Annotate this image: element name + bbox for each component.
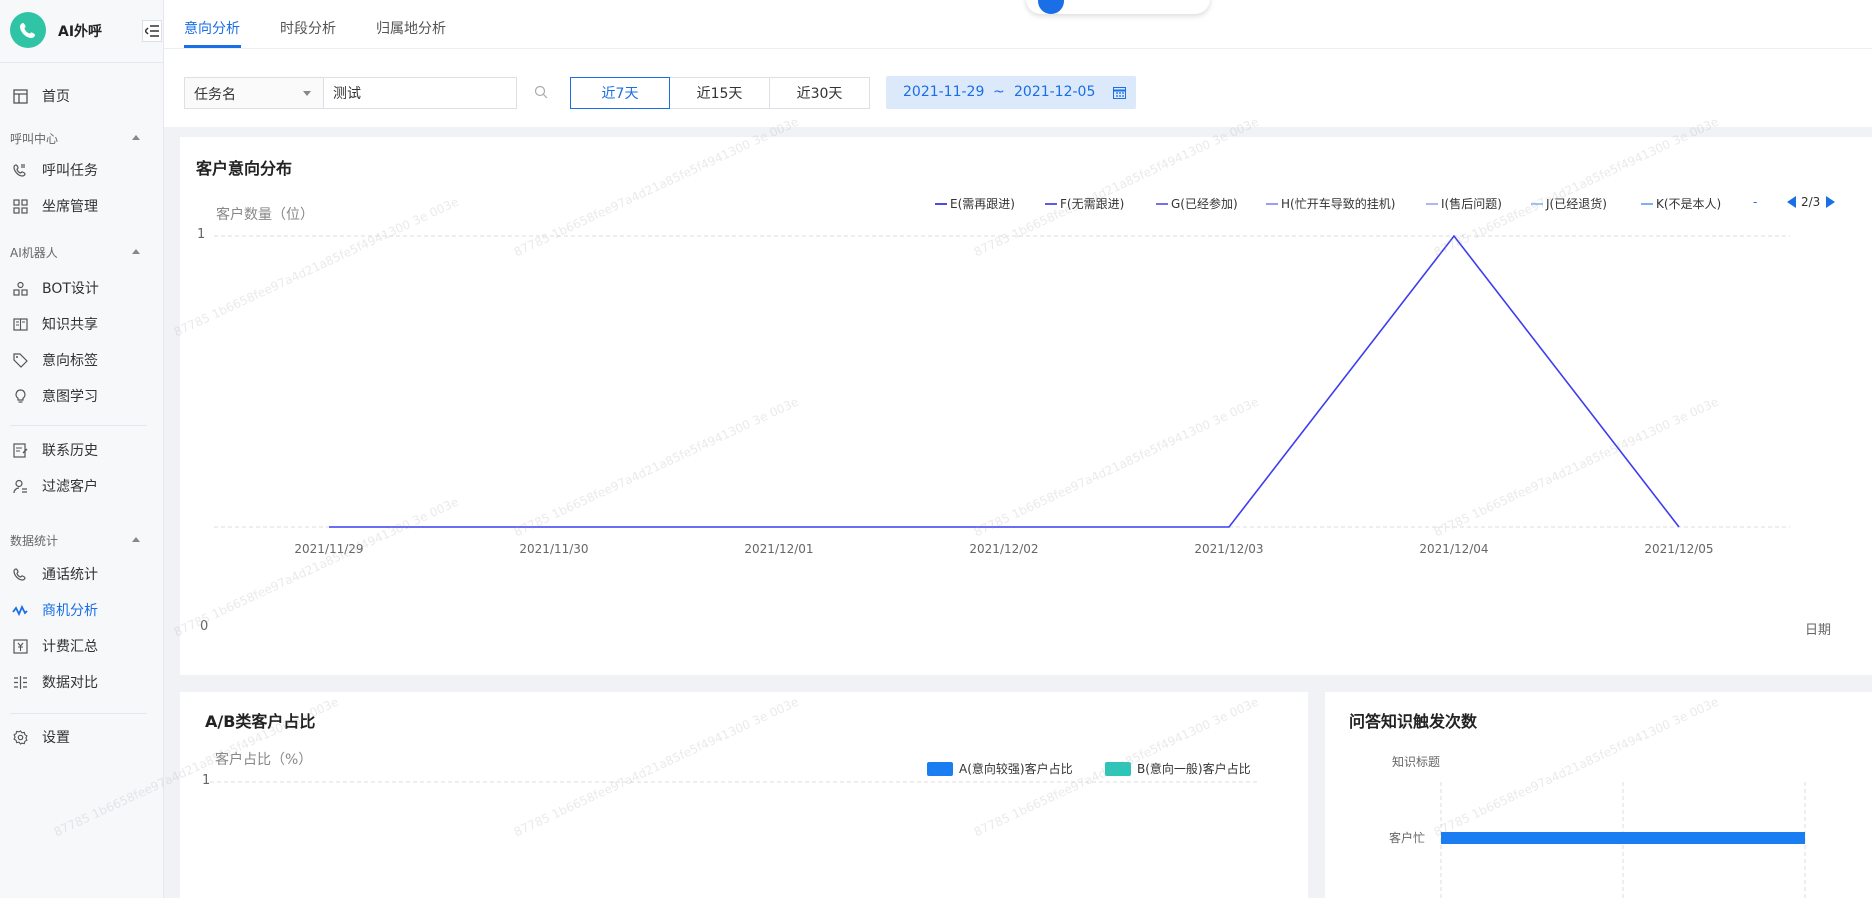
phone-task-icon <box>12 162 28 178</box>
bot-design-icon <box>12 280 28 296</box>
brand-divider <box>0 62 163 63</box>
menu-collapse-icon <box>145 25 159 37</box>
nav-group-label: 数据统计 <box>10 534 59 548</box>
date-separator: ~ <box>993 84 1005 100</box>
brand: AI外呼 <box>10 12 160 48</box>
nav-group-call-center[interactable]: 呼叫中心 <box>10 130 140 148</box>
nav-group-label: AI机器人 <box>10 246 58 260</box>
sidebar-item-agent-management[interactable]: 坐席管理 <box>0 191 163 221</box>
sidebar-item-call-task[interactable]: 呼叫任务 <box>0 155 163 185</box>
history-icon <box>12 442 28 458</box>
x-tick-label: 2021/12/02 <box>969 542 1038 556</box>
sidebar-item-knowledge-share[interactable]: 知识共享 <box>0 309 163 339</box>
nav-group-label: 呼叫中心 <box>10 132 59 146</box>
app-name: AI外呼 <box>58 24 103 40</box>
sidebar-item-bot-design[interactable]: BOT设计 <box>0 273 163 303</box>
sidebar-item-opportunity-analysis[interactable]: 商机分析 <box>0 595 163 625</box>
range-15-days-button[interactable]: 近15天 <box>669 77 770 109</box>
qa-trigger-card: 问答知识触发次数 知识标题 客户忙 <box>1325 692 1872 898</box>
sidebar-item-label: 意向标签 <box>42 353 98 369</box>
bulb-icon <box>12 388 28 404</box>
series-line <box>329 234 1680 528</box>
field-select-value: 任务名 <box>194 87 236 103</box>
x-tick-label: 2021/12/05 <box>1644 542 1713 556</box>
tab-time-analysis[interactable]: 时段分析 <box>280 18 336 38</box>
tab-intent-analysis[interactable]: 意向分析 <box>184 18 240 38</box>
chevron-down-icon <box>303 91 311 96</box>
date-start: 2021-11-29 <box>903 84 985 100</box>
x-tick-label: 2021/11/30 <box>519 542 588 556</box>
sidebar-item-data-compare[interactable]: 数据对比 <box>0 667 163 697</box>
ab-bar-chart <box>210 781 1260 783</box>
sidebar-item-label: 意图学习 <box>42 389 98 405</box>
intent-line-chart: 2021/11/29 2021/11/30 2021/12/01 2021/12/02… <box>214 234 1790 556</box>
range-7-days-button[interactable]: 近7天 <box>570 77 670 109</box>
tag-icon <box>12 352 28 368</box>
field-select[interactable]: 任务名 <box>184 77 324 109</box>
caret-up-icon <box>132 135 140 140</box>
range-30-days-button[interactable]: 近30天 <box>769 77 870 109</box>
book-icon <box>12 316 28 332</box>
call-stats-icon <box>12 566 28 582</box>
collapse-sidebar-button[interactable] <box>142 20 162 42</box>
sidebar-item-billing-summary[interactable]: 计费汇总 <box>0 631 163 661</box>
compare-icon <box>12 674 28 690</box>
ab-ratio-card: A/B类客户占比 客户占比（%） 1 A(意向较强)客户占比 B(意向一般)客户… <box>180 692 1308 898</box>
nav-group-data-stats[interactable]: 数据统计 <box>10 532 140 550</box>
filter-bar: 任务名 近7天 近15天 近30天 2021-11-29 ~ 2021-12-0… <box>164 49 1872 127</box>
sidebar-item-call-stats[interactable]: 通话统计 <box>0 559 163 589</box>
home-icon <box>12 88 28 104</box>
search-input[interactable] <box>323 77 517 109</box>
sidebar-item-label: 数据对比 <box>42 675 98 691</box>
sidebar-item-label: 坐席管理 <box>42 199 98 215</box>
caret-up-icon <box>132 537 140 542</box>
calendar-icon <box>1113 87 1126 99</box>
sidebar-item-label: 呼叫任务 <box>42 163 98 179</box>
sidebar-item-label: 设置 <box>42 730 70 746</box>
date-range-picker[interactable]: 2021-11-29 ~ 2021-12-05 <box>886 76 1136 109</box>
sidebar-item-contact-history[interactable]: 联系历史 <box>0 435 163 465</box>
sidebar-item-intent-tag[interactable]: 意向标签 <box>0 345 163 375</box>
nav-divider <box>10 713 147 714</box>
search-icon[interactable] <box>534 85 548 99</box>
x-tick-label: 2021/12/03 <box>1194 542 1263 556</box>
intent-distribution-card: 客户意向分布 客户数量（位） 1 0 日期 E(需再跟进) F(无需跟进) G(已经… <box>180 137 1872 675</box>
sidebar: AI外呼 首页 呼叫中心 呼叫任务 坐席管理 AI机器人 BOT设计 知识共享 … <box>0 0 164 898</box>
sidebar-item-filter-customer[interactable]: 过滤客户 <box>0 471 163 501</box>
app-root: AI外呼 首页 呼叫中心 呼叫任务 坐席管理 AI机器人 BOT设计 知识共享 … <box>0 0 1872 898</box>
sidebar-item-label: 联系历史 <box>42 443 98 459</box>
x-tick-label: 2021/12/04 <box>1419 542 1488 556</box>
sidebar-item-label: 商机分析 <box>42 603 98 619</box>
sidebar-item-label: 计费汇总 <box>42 639 98 655</box>
gear-icon <box>12 729 28 745</box>
qa-bar-chart <box>1440 782 1806 898</box>
sidebar-item-label: BOT设计 <box>42 281 99 297</box>
user-filter-icon <box>12 478 28 494</box>
caret-up-icon <box>132 249 140 254</box>
trend-icon <box>12 602 28 618</box>
date-end: 2021-12-05 <box>1014 84 1096 100</box>
top-tab-bar: 意向分析 时段分析 归属地分析 <box>164 0 1872 49</box>
nav-divider <box>10 425 147 426</box>
sidebar-item-home[interactable]: 首页 <box>0 81 163 111</box>
sidebar-item-label: 知识共享 <box>42 317 98 333</box>
sidebar-item-label: 过滤客户 <box>42 479 98 495</box>
nav-group-ai-robot[interactable]: AI机器人 <box>10 244 140 262</box>
sidebar-item-settings[interactable]: 设置 <box>0 722 163 752</box>
phone-logo-icon <box>10 12 46 48</box>
sidebar-item-label: 通话统计 <box>42 567 98 583</box>
billing-icon <box>12 638 28 654</box>
widget-icon <box>1038 0 1064 14</box>
tab-region-analysis[interactable]: 归属地分析 <box>376 18 446 38</box>
bar <box>1441 832 1805 844</box>
active-tab-indicator <box>184 45 241 48</box>
x-tick-label: 2021/12/01 <box>744 542 813 556</box>
floating-widget[interactable] <box>1026 0 1210 14</box>
grid-icon <box>12 198 28 214</box>
sidebar-item-intent-learning[interactable]: 意图学习 <box>0 381 163 411</box>
sidebar-item-label: 首页 <box>42 89 70 105</box>
x-tick-label: 2021/11/29 <box>294 542 363 556</box>
